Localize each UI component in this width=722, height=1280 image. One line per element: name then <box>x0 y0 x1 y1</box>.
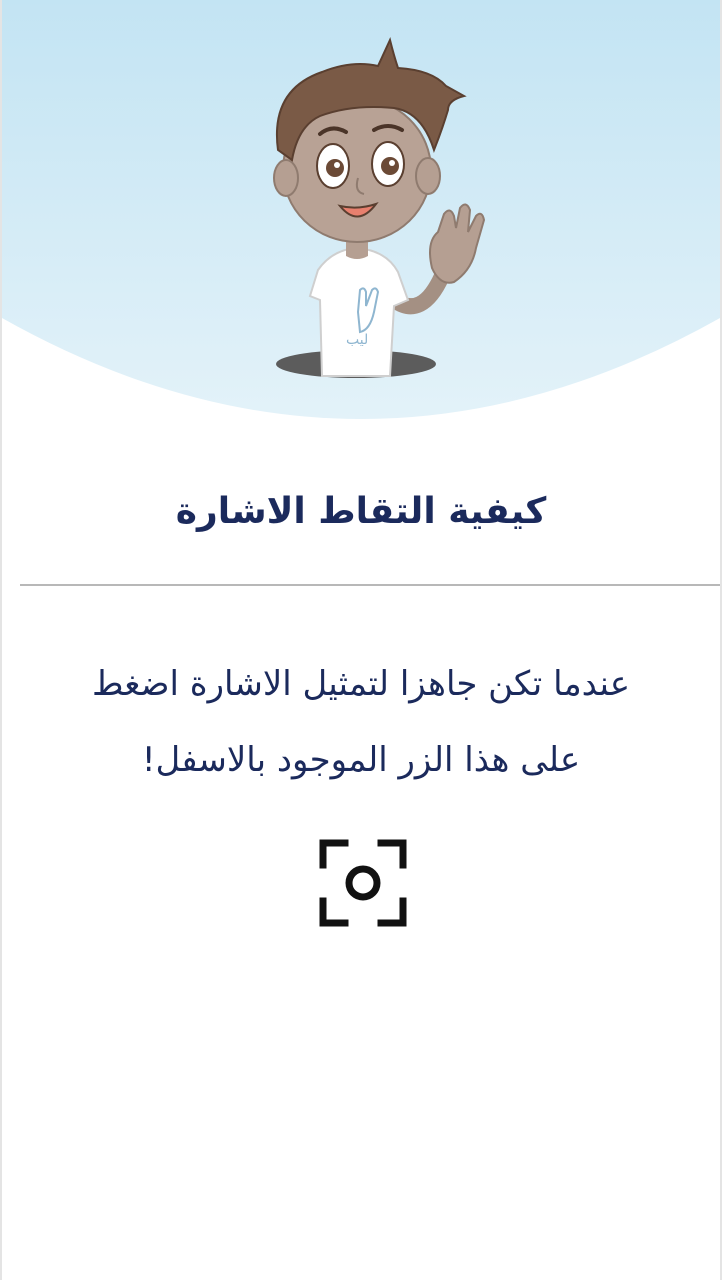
section-divider <box>20 584 720 586</box>
hero-banner: ليب <box>2 0 720 420</box>
tutorial-screen: ليب كيفية التقاط الاشارة عندما تكن جاهزا… <box>0 0 722 1280</box>
instruction-text: عندما تكن جاهزا لتمثيل الاشارة اضغط على … <box>42 646 680 798</box>
instruction-line-1: عندما تكن جاهزا لتمثيل الاشارة اضغط <box>91 664 631 704</box>
instruction-line-2: على هذا الزر الموجود بالاسفل! <box>141 740 581 780</box>
shirt-logo-text: ليب <box>346 332 368 348</box>
camera-capture-icon <box>319 839 407 927</box>
capture-button[interactable] <box>319 839 407 927</box>
page-title: كيفية التقاط الاشارة <box>175 491 547 532</box>
